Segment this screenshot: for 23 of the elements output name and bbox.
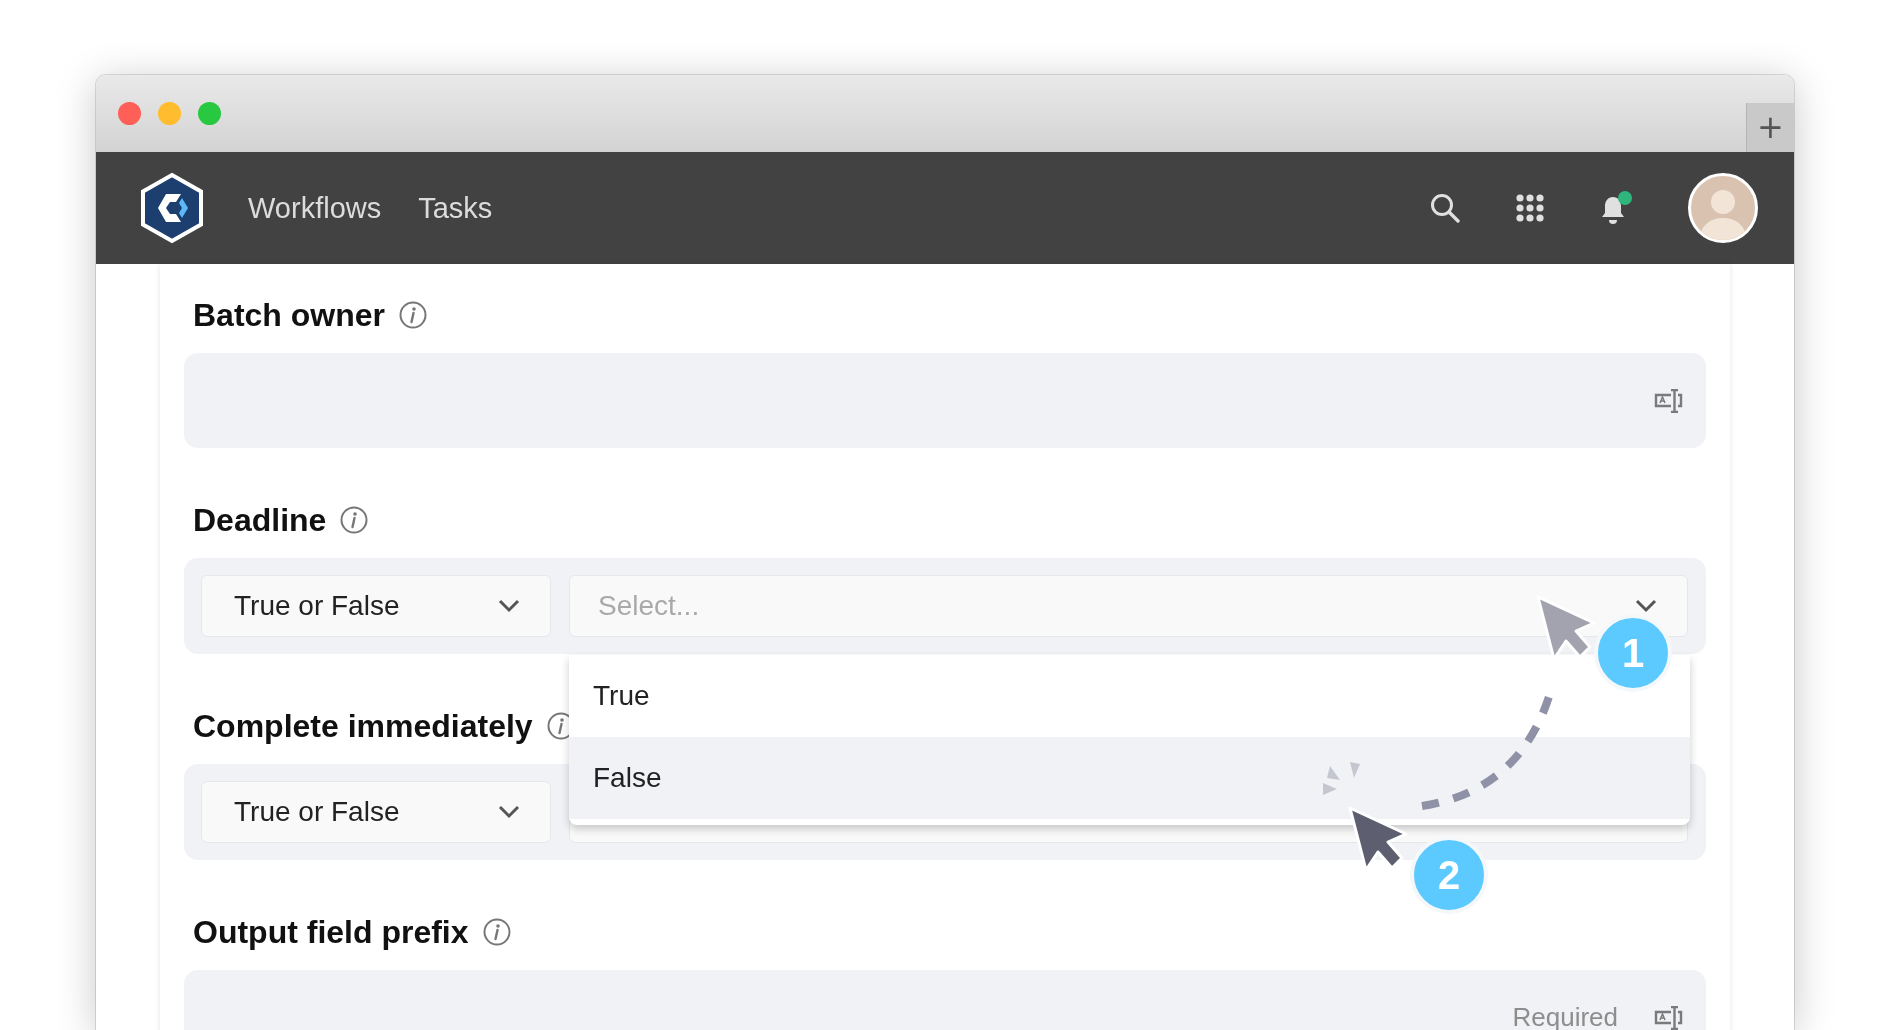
field-label: Output field prefix <box>193 913 469 951</box>
nav-link[interactable]: Tasks <box>418 191 493 225</box>
dropdown-option[interactable]: False <box>569 737 1690 819</box>
close-window-button[interactable] <box>118 102 141 125</box>
search-icon[interactable] <box>1430 193 1460 223</box>
chevron-down-icon <box>498 805 520 819</box>
new-tab-button[interactable]: + <box>1746 103 1794 152</box>
text-input-icon <box>1654 389 1684 413</box>
app-grid-icon[interactable] <box>1516 194 1544 222</box>
field-label: Batch owner <box>193 296 386 334</box>
info-icon[interactable] <box>399 301 428 329</box>
notifications-bell-icon[interactable] <box>1600 195 1626 225</box>
field-label: Complete immediately <box>193 707 533 745</box>
chevron-down-icon <box>498 599 520 613</box>
nav-link[interactable]: Workflows <box>248 191 382 225</box>
type-dropdown[interactable]: True or False <box>201 781 551 843</box>
field-label: Deadline <box>193 501 327 539</box>
info-icon[interactable] <box>340 506 369 534</box>
info-icon[interactable] <box>482 918 511 946</box>
text-input-icon <box>1654 1006 1684 1030</box>
chevron-down-icon <box>1635 599 1657 613</box>
type-dropdown[interactable]: True or False <box>201 575 551 637</box>
click-burst-icon <box>1323 762 1360 795</box>
